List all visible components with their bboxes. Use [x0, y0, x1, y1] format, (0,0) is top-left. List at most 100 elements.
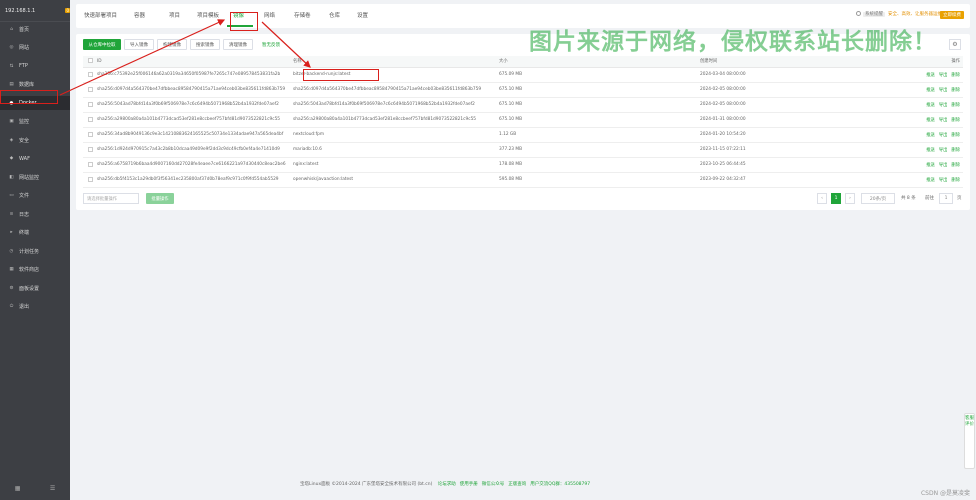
sidebar-item-安全[interactable]: ◈ 安全 [0, 133, 70, 147]
delete-link[interactable]: 删除 [951, 73, 960, 78]
sidebar-item-网站[interactable]: ◎ 网站 [0, 41, 70, 55]
tab-2[interactable]: 项目 [169, 11, 180, 19]
grid-icon[interactable]: ▦ [15, 485, 21, 492]
push-link[interactable]: 推送 [926, 73, 935, 78]
table-row[interactable]: sha256:db5f4153c1a29db0f3f56341ec235800a… [83, 172, 963, 188]
export-link[interactable]: 导出 [939, 103, 948, 108]
row-checkbox[interactable] [83, 67, 97, 83]
import-image-button[interactable]: 导入镜像 [124, 39, 154, 50]
sidebar-item-ftp[interactable]: ⇅ FTP [0, 59, 70, 73]
table-row[interactable]: sha256:1d924d970915c7a43c2b8b10dcaa49d09… [83, 142, 963, 158]
export-link[interactable]: 导出 [939, 178, 948, 183]
footer-link[interactable]: 正版查询 [508, 482, 526, 487]
row-checkbox[interactable] [83, 127, 97, 143]
next-page-button[interactable]: › [845, 193, 855, 204]
batch-button[interactable]: 批量操作 [146, 193, 174, 204]
table-footer: 请选择批量操作 批量操作 ‹ 1 › 20条/页 共 8 条 前往 1 页 [83, 193, 963, 205]
export-link[interactable]: 导出 [939, 133, 948, 138]
batch-select[interactable]: 请选择批量操作 [83, 193, 139, 204]
row-checkbox[interactable] [83, 142, 97, 158]
push-link[interactable]: 推送 [926, 148, 935, 153]
footer-link[interactable]: 论坛求助 [438, 482, 456, 487]
delete-link[interactable]: 删除 [951, 118, 960, 123]
sidebar-item-软件商店[interactable]: ▦ 软件商店 [0, 263, 70, 277]
sidebar-item-退出[interactable]: ⏻ 退出 [0, 300, 70, 314]
push-link[interactable]: 推送 [926, 133, 935, 138]
export-link[interactable]: 导出 [939, 73, 948, 78]
row-checkbox[interactable] [83, 112, 97, 128]
export-link[interactable]: 导出 [939, 148, 948, 153]
tab-1[interactable]: 容器 [134, 11, 145, 19]
select-all-checkbox[interactable] [83, 56, 97, 68]
row-checkbox[interactable] [83, 172, 97, 188]
row-checkbox[interactable] [83, 157, 97, 173]
sidebar-item-网站监控[interactable]: ◧ 网站监控 [0, 170, 70, 184]
clean-image-button[interactable]: 清理镜像 [223, 39, 253, 50]
footer-link[interactable]: 使用手册 [460, 482, 478, 487]
table-row[interactable]: sha256:a29800a80a4a101b4773dcad53ef281e8… [83, 112, 963, 128]
image-time: 2024-02-05 08:00:00 [700, 97, 907, 113]
delete-link[interactable]: 删除 [951, 103, 960, 108]
table-row[interactable]: sha256:5043ad78bfd14a3f0b69f506978e7c6c6… [83, 97, 963, 113]
image-time: 2024-01-31 08:00:00 [700, 112, 907, 128]
page-current[interactable]: 1 [831, 193, 841, 204]
delete-link[interactable]: 删除 [951, 163, 960, 168]
sidebar-item-日志[interactable]: ≡ 日志 [0, 207, 70, 221]
footer-link[interactable]: 用户交流QQ群：435508797 [530, 482, 590, 487]
export-link[interactable]: 导出 [939, 163, 948, 168]
prev-page-button[interactable]: ‹ [817, 193, 827, 204]
float-service-panel[interactable]: 客服 评价 [964, 413, 975, 469]
export-link[interactable]: 导出 [939, 118, 948, 123]
row-checkbox[interactable] [83, 82, 97, 98]
collapse-icon[interactable]: ☰ [50, 485, 55, 492]
sidebar-item-计划任务[interactable]: ◷ 计划任务 [0, 244, 70, 258]
sidebar-item-文件[interactable]: ▭ 文件 [0, 189, 70, 203]
push-link[interactable]: 推送 [926, 163, 935, 168]
feedback-link[interactable]: 暂无反馈 [256, 39, 286, 50]
footer-link[interactable]: 微信公众号 [482, 482, 505, 487]
build-image-button[interactable]: 构建镜像 [157, 39, 187, 50]
bell-icon [856, 11, 861, 16]
sidebar-item-面板设置[interactable]: ⚙ 面板设置 [0, 281, 70, 295]
image-size: 1.12 GB [499, 127, 700, 143]
tab-3[interactable]: 项目模板 [197, 11, 219, 19]
sidebar-item-终端[interactable]: ▸ 终端 [0, 226, 70, 240]
export-link[interactable]: 导出 [939, 88, 948, 93]
table-row[interactable]: sha256:a6758719b6baa4d9007160dd27028fe4e… [83, 157, 963, 173]
goto-input[interactable]: 1 [939, 193, 953, 204]
sidebar-item-监控[interactable]: ▣ 监控 [0, 115, 70, 129]
table-row[interactable]: sha256:d097d4a564370be47dfbbeac895847904… [83, 82, 963, 98]
delete-link[interactable]: 删除 [951, 148, 960, 153]
row-actions: 推送 导出 删除 [907, 142, 963, 158]
tab-8[interactable]: 设置 [357, 11, 368, 19]
tab-0[interactable]: 快速部署项目 [84, 11, 117, 19]
tab-5[interactable]: 网络 [264, 11, 275, 19]
sidebar-item-waf[interactable]: ◆ WAF [0, 152, 70, 166]
push-link[interactable]: 推送 [926, 103, 935, 108]
tab-7[interactable]: 仓库 [329, 11, 340, 19]
gear-icon[interactable]: ⚙ [949, 39, 961, 50]
delete-link[interactable]: 删除 [951, 133, 960, 138]
csdn-watermark: CSDN @是莫凌斐 [920, 490, 970, 497]
search-image-button[interactable]: 搜索镜像 [190, 39, 220, 50]
sidebar-item-label: 文件 [19, 193, 30, 199]
delete-link[interactable]: 删除 [951, 88, 960, 93]
pull-image-button[interactable]: 从仓库中拉取 [83, 39, 121, 50]
clock-icon: ◷ [9, 248, 14, 254]
image-id: sha256:1d924d970915c7a43c2b8b10dcaa49d09… [97, 142, 293, 158]
push-link[interactable]: 推送 [926, 178, 935, 183]
per-page-select[interactable]: 20条/页 [861, 193, 895, 204]
delete-link[interactable]: 删除 [951, 178, 960, 183]
image-size: 675.10 MB [499, 97, 700, 113]
row-checkbox[interactable] [83, 97, 97, 113]
tab-6[interactable]: 存储卷 [294, 11, 311, 19]
table-row[interactable]: sha256:c75392e25f006146a62a0319a34650f05… [83, 67, 963, 83]
highlight-box-tab [230, 12, 258, 31]
push-link[interactable]: 推送 [926, 118, 935, 123]
table-row[interactable]: sha256:34ad8b9049136c9e3c142108836241655… [83, 127, 963, 143]
sidebar-item-首页[interactable]: ⌂ 首页 [0, 22, 70, 36]
renew-button[interactable]: 立即续费 [940, 11, 964, 19]
sidebar-item-label: 网站 [19, 45, 30, 51]
goto-label: 前往 [925, 196, 934, 201]
push-link[interactable]: 推送 [926, 88, 935, 93]
